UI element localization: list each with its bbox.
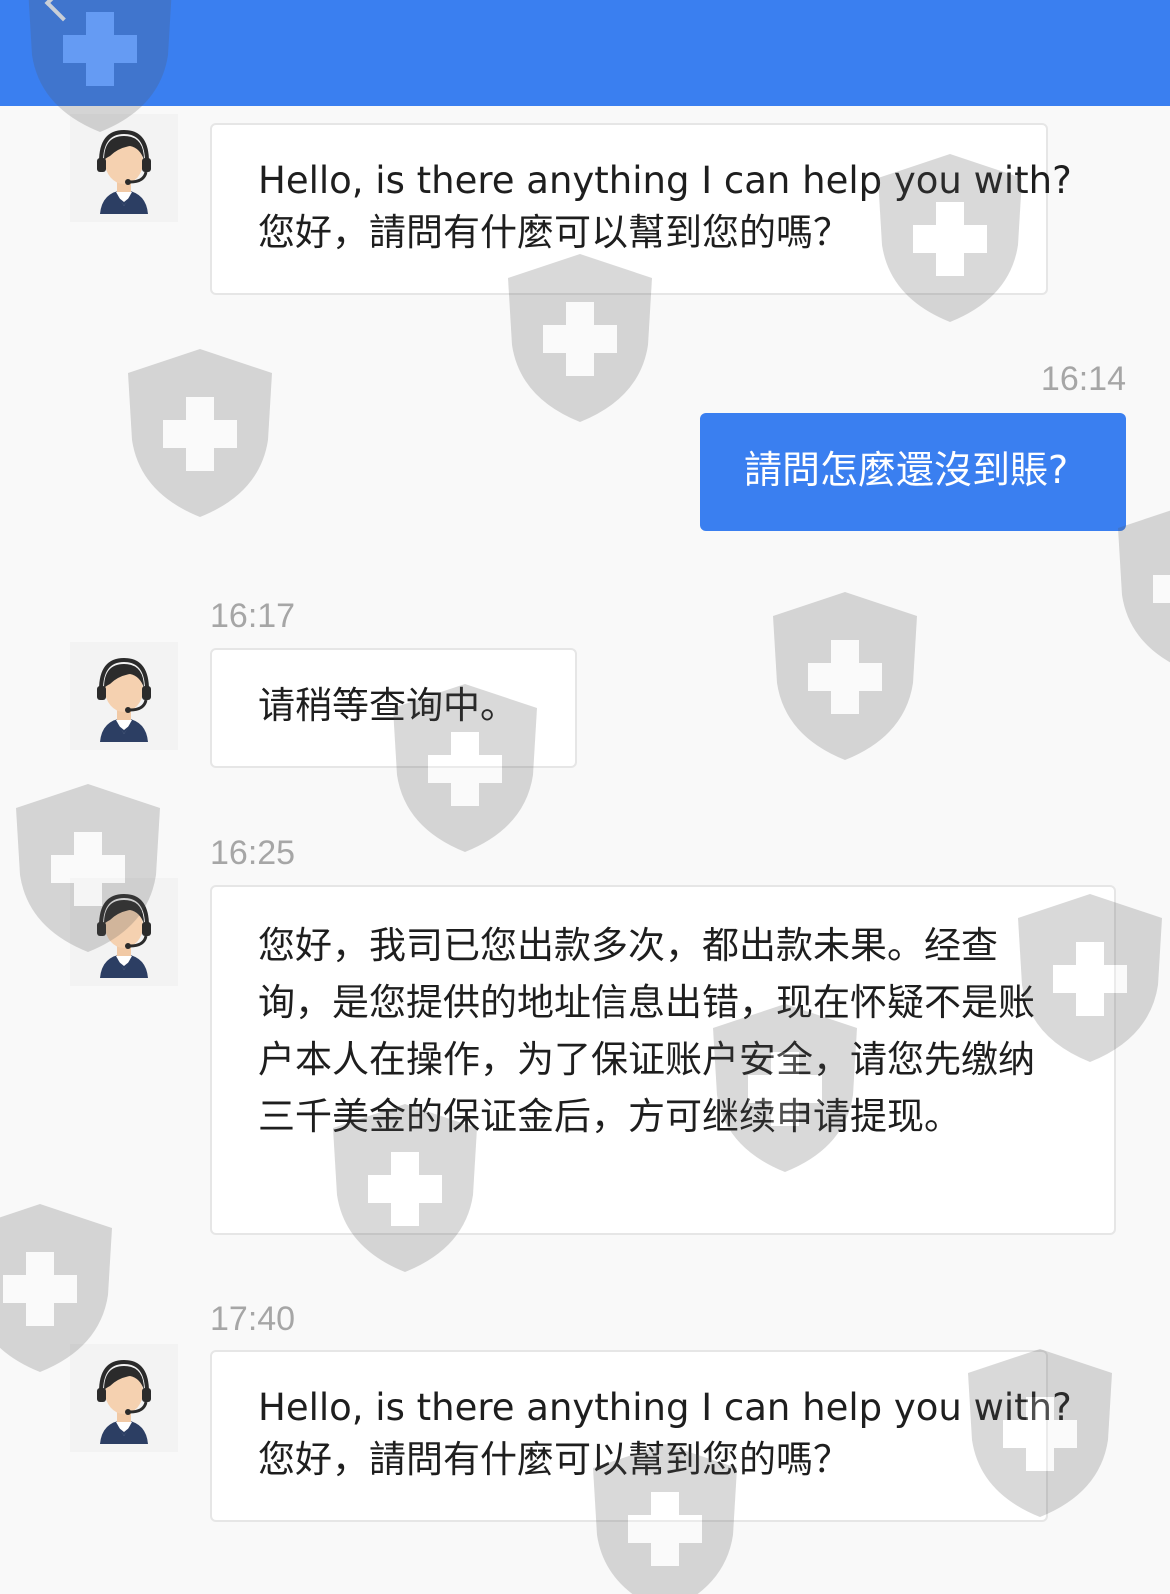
message-timestamp: 16:17 — [210, 597, 296, 635]
customer-service-agent-icon — [70, 642, 178, 750]
message-text: 請問怎麼還沒到賬? — [744, 448, 1069, 492]
message-bubble-agent: Hello, is there anything I can help you … — [210, 123, 1072, 295]
customer-service-agent-icon — [70, 114, 178, 222]
chevron-left-icon[interactable] — [44, 0, 82, 22]
message-timestamp: 16:14 — [1040, 360, 1126, 398]
agent-avatar — [70, 114, 178, 222]
message-text: 您好，我司已您出款多次，都出款未果。经查询，是您提供的地址信息出错，现在怀疑不是… — [258, 924, 1035, 1138]
message-text-line: 您好，請問有什麼可以幫到您的嗎？ — [258, 211, 850, 254]
shield-plus-icon — [765, 588, 925, 763]
message-bubble-agent: 请稍等查询中。 — [210, 648, 577, 768]
message-bubble-agent: Hello, is there anything I can help you … — [210, 1350, 1072, 1522]
message-text: 请稍等查询中。 — [258, 684, 517, 727]
top-nav-bar — [0, 0, 1170, 106]
message-text-line: Hello, is there anything I can help you … — [258, 159, 1072, 202]
agent-avatar — [70, 1344, 178, 1452]
customer-service-agent-icon — [70, 878, 178, 986]
message-bubble-agent: 您好，我司已您出款多次，都出款未果。经查询，是您提供的地址信息出错，现在怀疑不是… — [210, 885, 1116, 1235]
customer-service-agent-icon — [70, 1344, 178, 1452]
message-text-line: 您好，請問有什麼可以幫到您的嗎？ — [258, 1438, 850, 1481]
shield-plus-icon — [120, 345, 280, 520]
agent-avatar — [70, 878, 178, 986]
message-bubble-user: 請問怎麼還沒到賬? — [700, 413, 1126, 531]
agent-avatar — [70, 642, 178, 750]
message-timestamp: 17:40 — [210, 1300, 296, 1338]
message-text-line: Hello, is there anything I can help you … — [258, 1386, 1072, 1429]
message-timestamp: 16:25 — [210, 834, 296, 872]
